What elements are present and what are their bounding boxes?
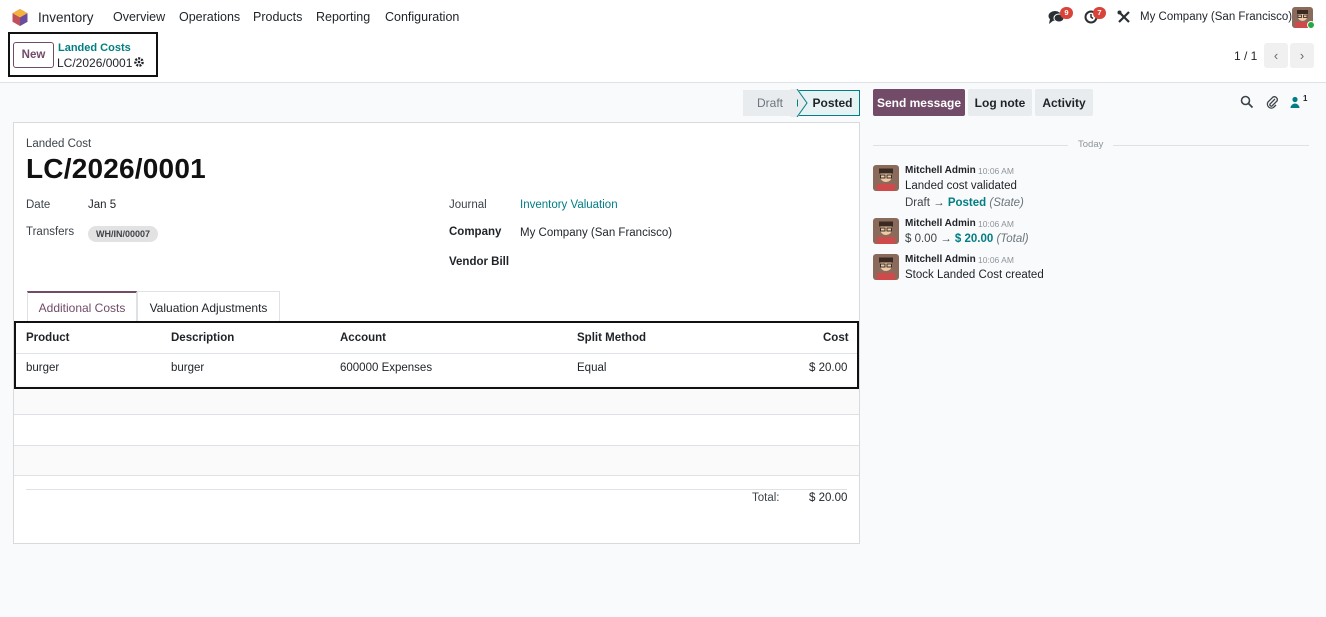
company-field[interactable]: My Company (San Francisco) — [520, 227, 672, 239]
transfers-label: Transfers — [26, 226, 75, 238]
status-draft[interactable]: Draft — [743, 90, 797, 116]
log-note-button[interactable]: Log note — [968, 89, 1032, 116]
menu-operations[interactable]: Operations — [179, 10, 240, 24]
journal-field[interactable]: Inventory Valuation — [520, 199, 618, 211]
debug-tools-icon[interactable] — [1117, 10, 1131, 24]
avatar[interactable] — [873, 254, 899, 280]
tab-additional-costs[interactable]: Additional Costs — [27, 291, 137, 323]
message-time: 10:06 AM — [978, 219, 1014, 229]
model-label: Landed Cost — [26, 138, 92, 150]
transfer-tag[interactable]: WH/IN/00007 — [88, 226, 159, 242]
empty-row — [14, 385, 859, 415]
status-arrow-separator — [790, 89, 808, 117]
activities-badge: 7 — [1093, 7, 1106, 19]
avatar[interactable] — [873, 165, 899, 191]
date-separator: Today — [1078, 139, 1104, 150]
chevron-left-icon: ‹ — [1273, 48, 1279, 63]
gear-icon[interactable] — [133, 56, 145, 68]
tracking-value: $ 0.00 → $ 20.00 (Total) — [905, 233, 1029, 245]
paperclip-icon[interactable] — [1265, 95, 1279, 109]
row-divider — [14, 475, 859, 476]
send-message-button[interactable]: Send message — [873, 89, 965, 116]
search-icon[interactable] — [1240, 95, 1254, 109]
tracking-old: $ 0.00 — [905, 233, 937, 245]
menu-configuration[interactable]: Configuration — [385, 10, 459, 24]
arrow-right-icon: → — [933, 197, 945, 209]
tracking-new: $ 20.00 — [954, 233, 994, 245]
app-name[interactable]: Inventory — [38, 10, 94, 25]
activity-button[interactable]: Activity — [1035, 89, 1093, 116]
pager-previous-button[interactable]: ‹ — [1264, 43, 1288, 68]
record-title: LC/2026/0001 — [26, 153, 206, 184]
tab-valuation-adjustments[interactable]: Valuation Adjustments — [137, 291, 280, 323]
breadcrumb-current-record: LC/2026/0001 — [57, 56, 133, 70]
total-value: $ 20.00 — [809, 492, 848, 504]
row-divider — [14, 414, 859, 415]
vendor-bill-label: Vendor Bill — [449, 256, 510, 268]
company-switcher[interactable]: My Company (San Francisco) — [1140, 11, 1292, 23]
total-divider — [26, 489, 847, 490]
message-author[interactable]: Mitchell Admin — [905, 254, 976, 265]
date-field[interactable]: Jan 5 — [88, 199, 116, 211]
online-status-dot — [1307, 21, 1315, 29]
message-time: 10:06 AM — [978, 166, 1014, 176]
tracking-value: Draft → Posted (State) — [905, 197, 1024, 209]
message-author[interactable]: Mitchell Admin — [905, 165, 976, 176]
menu-products[interactable]: Products — [253, 10, 302, 24]
tracking-old: Draft — [905, 197, 930, 209]
pager-value[interactable]: 1 / 1 — [1234, 49, 1257, 63]
followers-count: 1 — [1303, 94, 1308, 103]
pager-next-button[interactable]: › — [1290, 43, 1314, 68]
tracking-new: Posted — [947, 197, 987, 209]
chevron-right-icon: › — [1299, 48, 1305, 63]
date-separator-line — [873, 145, 1068, 146]
menu-reporting[interactable]: Reporting — [316, 10, 370, 24]
message-author[interactable]: Mitchell Admin — [905, 218, 976, 229]
date-separator-line — [1113, 145, 1309, 146]
message-body: Landed cost validated — [905, 180, 1017, 192]
arrow-right-icon: → — [940, 233, 952, 245]
new-button[interactable]: New — [13, 42, 54, 68]
messages-badge: 9 — [1060, 7, 1073, 19]
menu-overview[interactable]: Overview — [113, 10, 165, 24]
empty-row — [14, 446, 859, 476]
followers-icon[interactable] — [1290, 95, 1304, 109]
breadcrumb-landed-costs[interactable]: Landed Costs — [58, 42, 131, 54]
message-time: 10:06 AM — [978, 255, 1014, 265]
avatar[interactable] — [873, 218, 899, 244]
highlight-box-table — [14, 321, 859, 389]
date-label: Date — [26, 199, 51, 211]
message-body: Stock Landed Cost created — [905, 269, 1044, 281]
total-label: Total: — [752, 492, 780, 504]
odoo-app-logo-icon[interactable] — [12, 9, 28, 26]
tracking-field: (Total) — [996, 233, 1029, 245]
company-label: Company — [449, 226, 502, 238]
tracking-field: (State) — [989, 197, 1024, 209]
journal-label: Journal — [449, 199, 487, 211]
